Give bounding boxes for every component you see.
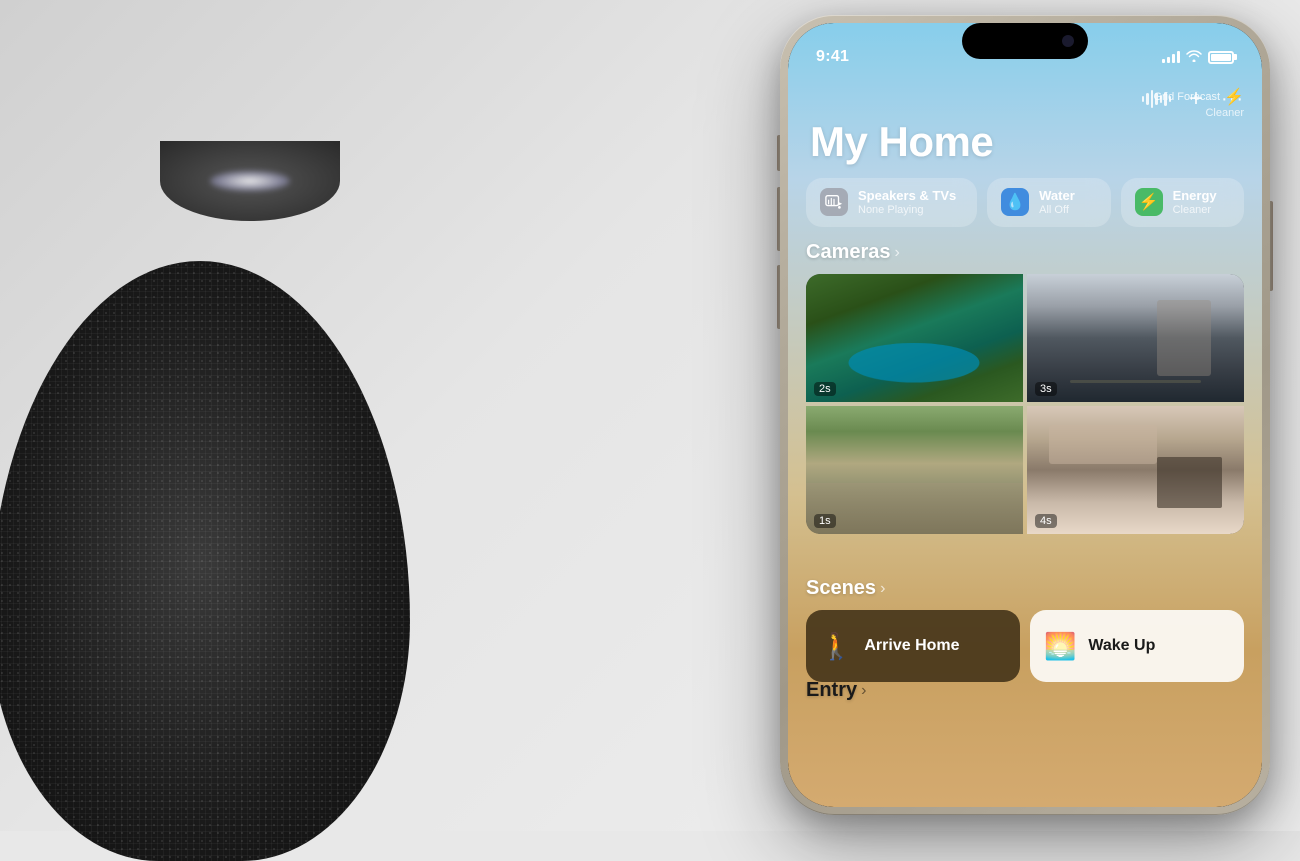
energy-chip-title: Energy xyxy=(1173,188,1217,204)
battery-icon xyxy=(1208,51,1234,64)
homepod-device xyxy=(0,141,560,861)
iphone-device: 9:41 xyxy=(780,15,1270,815)
speakers-chip-title: Speakers & TVs xyxy=(858,188,956,204)
scenes-header[interactable]: Scenes › xyxy=(806,577,1244,600)
camera-feed-patio[interactable]: 1s xyxy=(806,406,1023,534)
wake-up-icon: 🌅 xyxy=(1044,633,1076,659)
grid-forecast-line2: Cleaner xyxy=(1205,107,1244,119)
cameras-chevron-icon: › xyxy=(895,244,900,262)
camera-pool-timestamp: 2s xyxy=(814,382,836,396)
energy-chip-sub: Cleaner xyxy=(1173,204,1217,217)
grid-forecast-badge[interactable]: Grid Forecast ⚡ Cleaner xyxy=(1153,87,1244,119)
speakers-chip-text: Speakers & TVs None Playing xyxy=(858,188,956,217)
signal-icon xyxy=(1162,51,1180,63)
iphone-screen: 9:41 xyxy=(788,23,1262,807)
speakers-chip-sub: None Playing xyxy=(858,204,956,217)
scenes-row: 🚶 Arrive Home 🌅 Wake Up xyxy=(806,610,1244,682)
cameras-section: Cameras › 2s xyxy=(806,241,1244,534)
camera-feed-gym[interactable]: 3s xyxy=(1027,274,1244,402)
grid-forecast-line1: Grid Forecast xyxy=(1153,91,1220,103)
scene-arrive-home[interactable]: 🚶 Arrive Home xyxy=(806,610,1020,682)
entry-section[interactable]: Entry › xyxy=(806,679,866,712)
scenes-title: Scenes xyxy=(806,577,876,600)
camera-gym-timestamp: 3s xyxy=(1035,382,1057,396)
camera-feed-pool[interactable]: 2s xyxy=(806,274,1023,402)
speakers-chip-icon xyxy=(820,188,848,216)
status-time: 9:41 xyxy=(816,48,849,66)
iphone-frame: 9:41 xyxy=(780,15,1270,815)
water-chip-sub: All Off xyxy=(1039,204,1075,217)
water-chip-text: Water All Off xyxy=(1039,188,1075,217)
wifi-icon xyxy=(1186,50,1202,65)
water-chip-icon: 💧 xyxy=(1001,188,1029,216)
water-chip-title: Water xyxy=(1039,188,1075,204)
energy-chip-icon: ⚡ xyxy=(1135,188,1163,216)
page-title: My Home xyxy=(810,118,993,166)
entry-chevron-icon: › xyxy=(861,682,866,700)
entry-title: Entry xyxy=(806,679,857,702)
energy-chip-text: Energy Cleaner xyxy=(1173,188,1217,217)
wake-up-label: Wake Up xyxy=(1088,637,1155,655)
speakers-chip[interactable]: Speakers & TVs None Playing xyxy=(806,178,977,227)
cameras-grid: 2s 3s xyxy=(806,274,1244,534)
cameras-title: Cameras xyxy=(806,241,891,264)
scenes-chevron-icon: › xyxy=(880,580,885,598)
energy-chip[interactable]: ⚡ Energy Cleaner xyxy=(1121,178,1244,227)
lightning-icon: ⚡ xyxy=(1224,87,1244,107)
camera-feed-living[interactable]: 4s xyxy=(1027,406,1244,534)
status-bar: 9:41 xyxy=(788,23,1262,77)
dynamic-island xyxy=(962,23,1088,59)
camera-living-timestamp: 4s xyxy=(1035,514,1057,528)
status-icons xyxy=(1162,50,1234,65)
status-chips-row: Speakers & TVs None Playing 💧 Water All … xyxy=(806,178,1244,227)
scenes-section: Scenes › 🚶 Arrive Home 🌅 Wake Up xyxy=(806,577,1244,682)
water-chip[interactable]: 💧 Water All Off xyxy=(987,178,1110,227)
front-camera-dot xyxy=(1062,35,1074,47)
scene-wake-up[interactable]: 🌅 Wake Up xyxy=(1030,610,1244,682)
iphone-inner: 9:41 xyxy=(788,23,1262,807)
arrive-home-label: Arrive Home xyxy=(864,637,959,655)
cameras-header[interactable]: Cameras › xyxy=(806,241,1244,264)
arrive-home-icon: 🚶 xyxy=(820,633,852,659)
camera-patio-timestamp: 1s xyxy=(814,514,836,528)
